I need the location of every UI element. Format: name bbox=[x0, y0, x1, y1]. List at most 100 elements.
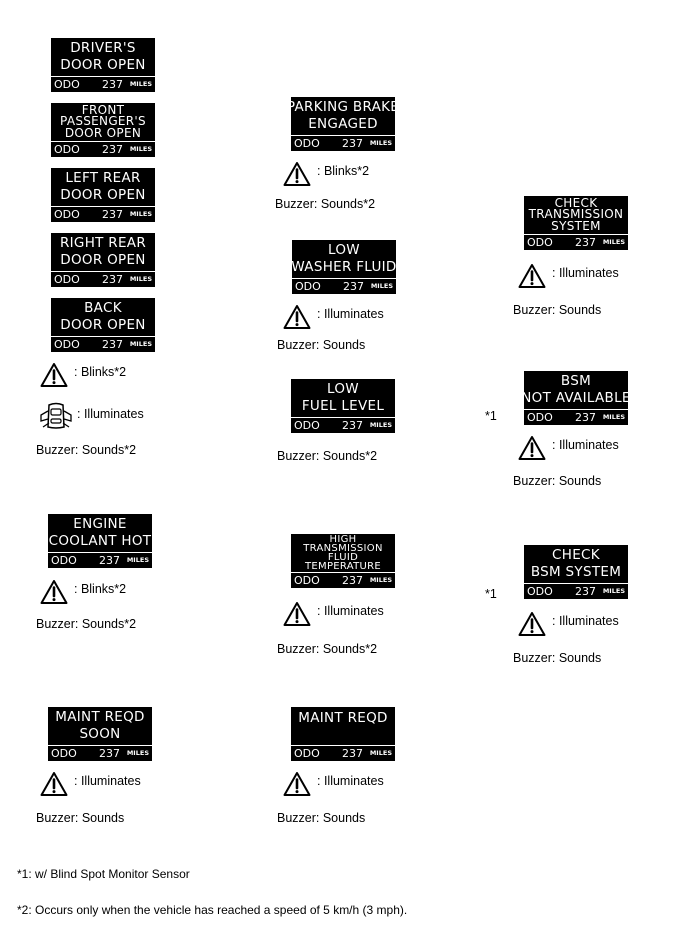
warning-row: : Illuminates bbox=[283, 770, 384, 798]
odo-value: 237 bbox=[575, 411, 596, 424]
buzzer-label: Buzzer: Sounds bbox=[513, 474, 602, 488]
warning-row: : Blinks*2 bbox=[283, 160, 369, 188]
display-line-2: SOON bbox=[79, 726, 121, 742]
buzzer-label: Buzzer: Sounds*2 bbox=[277, 642, 378, 656]
odometer-bar: ODO 237 MILES bbox=[291, 745, 395, 761]
display-line-1: CHECK bbox=[552, 547, 600, 563]
odo-value: 237 bbox=[342, 137, 363, 150]
odometer-bar: ODO 237 MILES bbox=[48, 552, 152, 568]
display-line-2: DOOR OPEN bbox=[60, 317, 146, 333]
display-back-door-open: BACK DOOR OPEN ODO 237 MILES bbox=[51, 298, 155, 352]
display-line-1: RIGHT REAR bbox=[59, 235, 147, 251]
display-line-2: DOOR OPEN bbox=[60, 57, 146, 73]
display-message: LEFT REAR DOOR OPEN bbox=[51, 168, 155, 206]
odo-value: 237 bbox=[102, 273, 123, 286]
odo-label: ODO bbox=[294, 137, 320, 150]
display-line-1: LEFT REAR bbox=[65, 170, 141, 186]
door-open-car-icon bbox=[40, 402, 72, 429]
display-low-fuel-level: LOW FUEL LEVEL ODO 237 MILES bbox=[291, 379, 395, 433]
display-low-washer-fluid: LOW WASHER FLUID ODO 237 MILES bbox=[292, 240, 396, 294]
odo-unit: MILES bbox=[602, 413, 625, 421]
odo-label: ODO bbox=[51, 554, 77, 567]
odo-unit: MILES bbox=[126, 556, 149, 564]
odo-unit: MILES bbox=[129, 340, 152, 348]
odometer-bar: ODO 237 MILES bbox=[291, 417, 395, 433]
odo-value: 237 bbox=[342, 419, 363, 432]
odometer-bar: ODO 237 MILES bbox=[48, 745, 152, 761]
odometer-bar: ODO 237 MILES bbox=[51, 76, 155, 92]
display-message: BACK DOOR OPEN bbox=[51, 298, 155, 336]
warning-row: : Illuminates bbox=[40, 770, 141, 798]
odo-unit: MILES bbox=[369, 749, 392, 757]
buzzer-label: Buzzer: Sounds*2 bbox=[275, 197, 376, 211]
warning-triangle-icon bbox=[283, 602, 311, 626]
display-left-rear-door-open: LEFT REAR DOOR OPEN ODO 237 MILES bbox=[51, 168, 155, 222]
odo-label: ODO bbox=[51, 747, 77, 760]
illuminates-label: : Illuminates bbox=[317, 774, 384, 788]
odometer-bar: ODO 237 MILES bbox=[51, 141, 155, 157]
odo-unit: MILES bbox=[126, 749, 149, 757]
odo-unit: MILES bbox=[129, 275, 152, 283]
warning-triangle-icon bbox=[283, 772, 311, 796]
odo-unit: MILES bbox=[602, 238, 625, 246]
door-indicator-row: : Illuminates bbox=[38, 402, 144, 430]
odo-value: 237 bbox=[575, 585, 596, 598]
display-line-1: MAINT REQD bbox=[298, 710, 388, 726]
warning-triangle-icon bbox=[518, 612, 546, 636]
illuminates-label: : Illuminates bbox=[77, 407, 144, 421]
illuminates-label: : Illuminates bbox=[552, 614, 619, 628]
warning-row: : Illuminates bbox=[283, 303, 384, 331]
display-message: FRONT PASSENGER'S DOOR OPEN bbox=[51, 103, 155, 141]
warning-triangle-icon bbox=[40, 363, 68, 387]
odo-unit: MILES bbox=[129, 210, 152, 218]
illuminates-label: : Illuminates bbox=[552, 266, 619, 280]
display-line-3: SYSTEM bbox=[551, 218, 601, 233]
display-line-3: DOOR OPEN bbox=[64, 125, 142, 140]
display-message: CHECK BSM SYSTEM bbox=[524, 545, 628, 583]
buzzer-label: Buzzer: Sounds*2 bbox=[36, 443, 137, 457]
odo-value: 237 bbox=[342, 574, 363, 587]
footnote-2: *2: Occurs only when the vehicle has rea… bbox=[17, 903, 408, 917]
warning-triangle-icon bbox=[518, 264, 546, 288]
display-maint-reqd-soon: MAINT REQD SOON ODO 237 MILES bbox=[48, 707, 152, 761]
buzzer-label: Buzzer: Sounds bbox=[277, 811, 366, 825]
odometer-bar: ODO 237 MILES bbox=[291, 572, 395, 588]
buzzer-label: Buzzer: Sounds*2 bbox=[36, 617, 137, 631]
warning-row: : Blinks*2 bbox=[40, 361, 126, 389]
display-message: CHECK TRANSMISSION SYSTEM bbox=[524, 196, 628, 234]
display-message: PARKING BRAKE ENGAGED bbox=[291, 97, 395, 135]
odo-label: ODO bbox=[54, 338, 80, 351]
display-line-1: BSM bbox=[560, 373, 592, 389]
buzzer-label: Buzzer: Sounds bbox=[513, 651, 602, 665]
display-right-rear-door-open: RIGHT REAR DOOR OPEN ODO 237 MILES bbox=[51, 233, 155, 287]
display-drivers-door-open: DRIVER'S DOOR OPEN ODO 237 MILES bbox=[51, 38, 155, 92]
blinks-label: : Blinks*2 bbox=[317, 164, 370, 178]
warning-row: : Illuminates bbox=[283, 600, 384, 628]
odo-label: ODO bbox=[294, 574, 320, 587]
warning-row: : Illuminates bbox=[518, 262, 619, 290]
display-line-1: DRIVER'S bbox=[70, 40, 136, 56]
odo-value: 237 bbox=[342, 747, 363, 760]
odo-unit: MILES bbox=[370, 282, 393, 290]
display-line-2: NOT AVAILABLE bbox=[524, 390, 628, 406]
odo-unit: MILES bbox=[369, 139, 392, 147]
odo-value: 237 bbox=[102, 338, 123, 351]
display-line-4: TEMPERATURE bbox=[304, 561, 381, 573]
blinks-label: : Blinks*2 bbox=[74, 582, 127, 596]
odo-label: ODO bbox=[54, 273, 80, 286]
odo-label: ODO bbox=[527, 585, 553, 598]
odo-value: 237 bbox=[575, 236, 596, 249]
odo-value: 237 bbox=[99, 747, 120, 760]
display-line-1: LOW bbox=[327, 381, 359, 397]
display-message: BSM NOT AVAILABLE bbox=[524, 371, 628, 409]
display-line-2: BSM SYSTEM bbox=[530, 564, 622, 580]
display-line-1: BACK bbox=[84, 300, 122, 316]
display-line-2: FUEL LEVEL bbox=[301, 398, 385, 414]
odo-label: ODO bbox=[54, 143, 80, 156]
odometer-bar: ODO 237 MILES bbox=[291, 135, 395, 151]
buzzer-label: Buzzer: Sounds bbox=[513, 303, 602, 317]
sensor-note-marker: *1 bbox=[485, 409, 497, 423]
warning-triangle-icon bbox=[40, 772, 68, 796]
odo-label: ODO bbox=[294, 419, 320, 432]
display-line-2: DOOR OPEN bbox=[60, 252, 146, 268]
